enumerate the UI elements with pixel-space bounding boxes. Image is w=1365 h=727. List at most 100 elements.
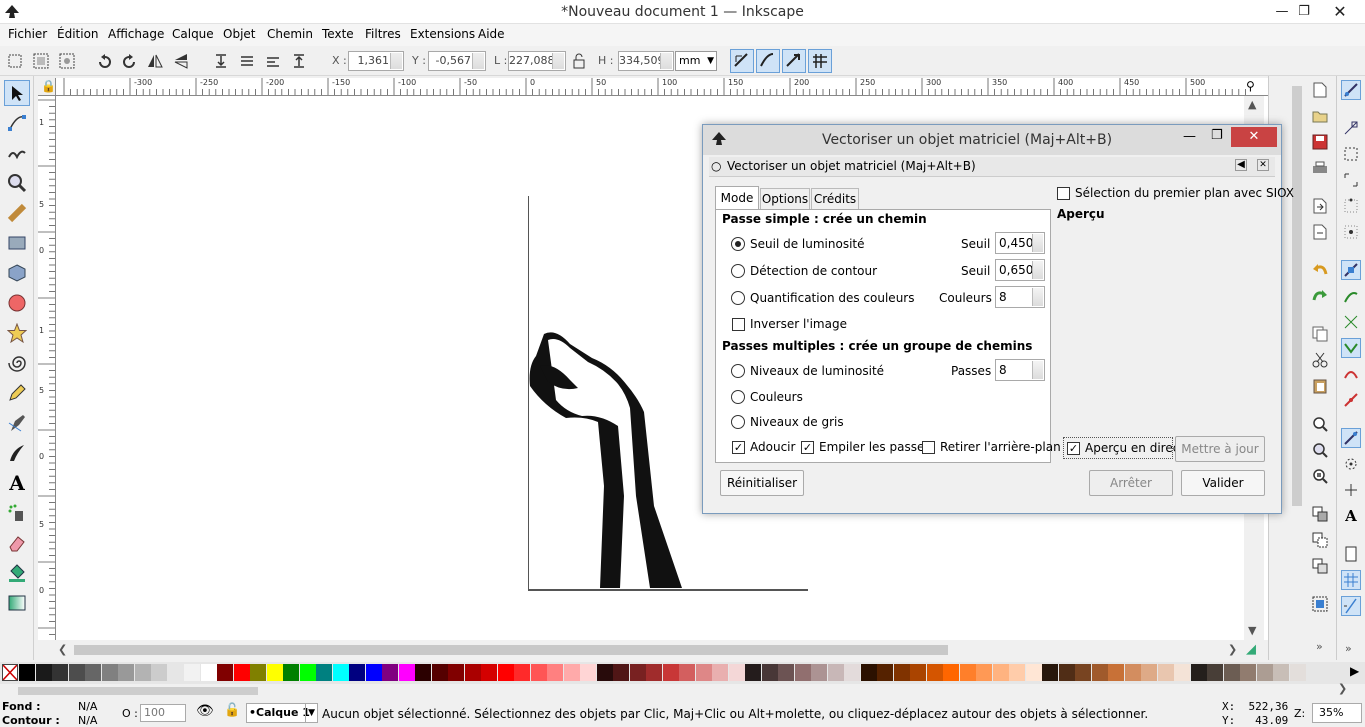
lock-icon[interactable] [568, 50, 590, 72]
multi-brightness-label[interactable]: Niveaux de luminosité [750, 364, 884, 378]
color-swatch[interactable] [365, 664, 382, 681]
unit-select[interactable]: mm ▼ [675, 51, 717, 71]
color-swatch[interactable] [959, 664, 976, 681]
spiral-tool-icon[interactable] [4, 350, 30, 376]
pencil-tool-icon[interactable] [4, 380, 30, 406]
zoom-corner-icon[interactable]: ⚲ [1246, 79, 1255, 93]
ellipse-tool-icon[interactable] [4, 290, 30, 316]
color-quant-radio[interactable] [731, 291, 745, 305]
pen-tool-icon[interactable] [4, 410, 30, 436]
color-swatch[interactable] [1075, 664, 1091, 681]
star-tool-icon[interactable] [4, 320, 30, 346]
right-scroll-thumb[interactable] [1292, 86, 1302, 506]
width-field[interactable]: 227,088 [508, 51, 566, 71]
tab-options[interactable]: Options [760, 188, 810, 210]
color-swatch[interactable] [316, 664, 332, 681]
multi-colors-label[interactable]: Couleurs [750, 390, 803, 404]
color-swatch[interactable] [1009, 664, 1025, 681]
color-swatch[interactable] [1207, 664, 1223, 681]
snap-bbox-icon[interactable] [1341, 118, 1361, 138]
color-swatch[interactable] [398, 664, 415, 681]
group-icon[interactable] [1310, 594, 1330, 614]
snap-bbox-edges-icon[interactable] [1341, 144, 1361, 164]
panel-close-icon[interactable]: ✕ [1257, 159, 1269, 171]
color-swatch[interactable] [101, 664, 118, 681]
color-swatch[interactable] [448, 664, 464, 681]
remove-background-checkbox[interactable] [922, 441, 935, 454]
stack-label[interactable]: Empiler les passes [819, 440, 931, 454]
raise-icon[interactable] [262, 50, 284, 72]
snap-rotation-centers-icon[interactable] [1341, 480, 1361, 500]
color-swatch[interactable] [893, 664, 910, 681]
dialog-close-button[interactable]: ✕ [1231, 127, 1277, 147]
panel-iconify-icon[interactable]: ◀ [1235, 159, 1247, 171]
multi-brightness-radio[interactable] [731, 364, 745, 378]
color-swatch[interactable] [811, 664, 827, 681]
overflow-chevron-icon[interactable]: » [1345, 642, 1352, 655]
snap-object-centers-icon[interactable] [1341, 454, 1361, 474]
color-quant-label[interactable]: Quantification des couleurs [750, 291, 914, 305]
hide-layer-icon[interactable]: 👁 [196, 703, 214, 719]
color-swatch[interactable] [349, 664, 365, 681]
snap-toggle-icon[interactable]: ◢ [1246, 642, 1256, 657]
color-swatch[interactable] [19, 664, 35, 681]
color-swatch[interactable] [85, 664, 101, 681]
color-swatch[interactable] [943, 664, 959, 681]
color-swatch[interactable] [52, 664, 68, 681]
snap-guides-icon[interactable] [1341, 596, 1361, 616]
palette-scroll-thumb[interactable] [18, 687, 258, 695]
color-swatch[interactable] [167, 664, 184, 681]
color-swatch[interactable] [910, 664, 926, 681]
snap-intersections-icon[interactable] [1341, 312, 1361, 332]
color-swatch[interactable] [1174, 664, 1190, 681]
color-swatch[interactable] [827, 664, 844, 681]
color-swatch[interactable] [151, 664, 167, 681]
raise-to-top-icon[interactable] [288, 50, 310, 72]
gradient-tool-icon[interactable] [4, 590, 30, 616]
color-swatch[interactable] [266, 664, 283, 681]
ok-button[interactable]: Valider [1181, 470, 1265, 496]
tab-mode[interactable]: Mode [715, 186, 759, 210]
color-swatch[interactable] [233, 664, 250, 681]
zoom-drawing-icon[interactable] [1310, 440, 1330, 460]
lower-icon[interactable] [236, 50, 258, 72]
edge-threshold-field[interactable]: 0,650 [995, 259, 1045, 281]
brightness-threshold-field[interactable]: 0,450 [995, 232, 1045, 254]
colors-field[interactable]: 8 [995, 286, 1045, 308]
stack-checkbox[interactable]: ✓ [801, 441, 814, 454]
snap-text-baseline-icon[interactable]: A [1341, 506, 1361, 526]
scale-corners-icon[interactable] [756, 49, 780, 73]
brightness-label[interactable]: Seuil de luminosité [750, 237, 865, 251]
rectangle-tool-icon[interactable] [4, 230, 30, 256]
undo-icon[interactable] [1310, 260, 1330, 280]
snap-grids-icon[interactable] [1341, 570, 1361, 590]
color-swatch[interactable] [1042, 664, 1058, 681]
lock-layer-icon[interactable]: 🔓 [224, 703, 240, 718]
color-swatch[interactable] [1223, 664, 1240, 681]
passes-field[interactable]: 8 [995, 359, 1045, 381]
clone-icon[interactable] [1310, 530, 1330, 550]
unlink-clone-icon[interactable] [1310, 556, 1330, 576]
zoom-page-icon[interactable] [1310, 466, 1330, 486]
snap-nodes-icon[interactable] [1341, 260, 1361, 280]
color-swatch[interactable] [514, 664, 530, 681]
invert-checkbox[interactable] [732, 318, 745, 331]
color-swatch[interactable] [1058, 664, 1075, 681]
rotate-ccw-icon[interactable] [94, 50, 116, 72]
palette-scrollbar[interactable]: ❯ [18, 682, 1348, 698]
menu-aide[interactable]: Aide [478, 27, 505, 41]
color-swatch[interactable] [35, 664, 52, 681]
color-swatch[interactable] [794, 664, 811, 681]
text-tool-icon[interactable]: A [4, 470, 30, 496]
snap-enable-icon[interactable] [1341, 80, 1361, 100]
color-swatch[interactable] [217, 664, 233, 681]
snap-bbox-corners-icon[interactable] [1341, 170, 1361, 190]
paste-icon[interactable] [1310, 376, 1330, 396]
snap-smooth-nodes-icon[interactable] [1341, 364, 1361, 384]
smooth-label[interactable]: Adoucir [750, 440, 795, 454]
color-swatch[interactable] [926, 664, 943, 681]
cut-icon[interactable] [1310, 350, 1330, 370]
color-swatch[interactable] [1240, 664, 1256, 681]
menu-extensions[interactable]: Extensions [410, 27, 475, 41]
3d-box-tool-icon[interactable] [4, 260, 30, 286]
